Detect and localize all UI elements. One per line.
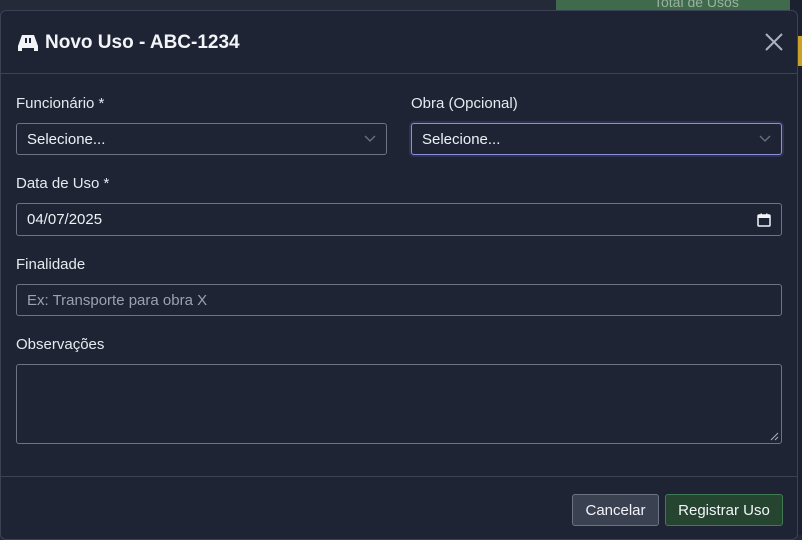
funcionario-select-value: Selecione... [27, 130, 106, 148]
modal-title: Novo Uso - ABC-1234 [17, 32, 240, 54]
footer-divider [1, 476, 797, 477]
observacoes-textarea[interactable] [16, 364, 782, 444]
modal-header: Novo Uso - ABC-1234 [1, 11, 797, 74]
new-usage-modal: Novo Uso - ABC-1234 Funcionário * Seleci… [0, 10, 798, 540]
data-uso-value: 04/07/2025 [27, 211, 103, 228]
car-icon [18, 35, 38, 51]
background-card-label: Total de Usos [654, 0, 739, 10]
calendar-icon[interactable] [757, 213, 771, 227]
obra-select[interactable]: Selecione... [411, 123, 782, 155]
finalidade-label: Finalidade [16, 256, 86, 273]
close-icon[interactable] [763, 31, 785, 53]
background-card: Total de Usos [556, 0, 802, 10]
funcionario-label: Funcionário * [16, 95, 105, 112]
chevron-down-icon [759, 135, 771, 142]
funcionario-select[interactable]: Selecione... [16, 123, 387, 155]
chevron-down-icon [364, 135, 376, 142]
modal-title-text: Novo Uso - ABC-1234 [45, 32, 240, 53]
resize-grip-icon[interactable] [770, 432, 779, 441]
cancel-button[interactable]: Cancelar [572, 494, 659, 526]
obra-select-value: Selecione... [422, 130, 501, 148]
obra-label: Obra (Opcional) [411, 95, 518, 112]
finalidade-placeholder: Ex: Transporte para obra X [27, 291, 208, 309]
observacoes-label: Observações [16, 336, 105, 353]
data-uso-label: Data de Uso * [16, 175, 110, 192]
data-uso-input[interactable]: 04/07/2025 [16, 203, 782, 236]
register-usage-button[interactable]: Registrar Uso [665, 494, 783, 526]
finalidade-input[interactable]: Ex: Transporte para obra X [16, 284, 782, 316]
